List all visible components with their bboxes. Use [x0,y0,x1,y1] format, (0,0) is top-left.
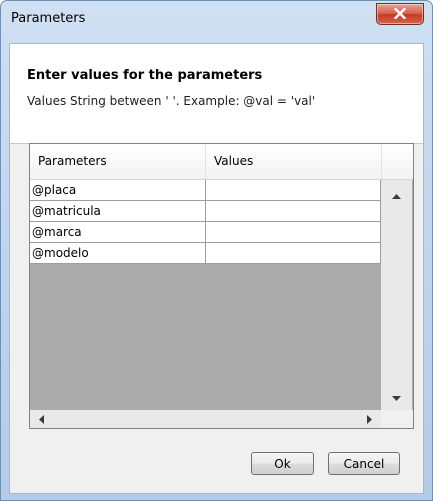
horizontal-scrollbar[interactable] [30,410,381,428]
dialog-window: Parameters Enter values for the paramete… [0,0,433,501]
parameter-name-cell[interactable]: @placa [30,180,206,201]
scroll-right-icon[interactable] [367,415,372,424]
instructions-hint: Values String between ' '. Example: @val… [27,94,316,108]
scroll-up-icon[interactable] [392,194,401,199]
scroll-down-icon[interactable] [392,396,401,401]
cancel-button[interactable]: Cancel [328,452,400,475]
vertical-scrollbar[interactable] [381,180,412,410]
parameter-value-cell[interactable] [206,201,381,222]
close-icon [394,8,406,19]
dialog-client-area: Enter values for the parameters Values S… [9,43,424,494]
scrollbar-corner [381,410,413,428]
ok-button[interactable]: Ok [251,452,314,475]
title-bar[interactable]: Parameters [1,1,432,43]
parameter-name-cell[interactable]: @matricula [30,201,206,222]
instructions-heading: Enter values for the parameters [27,68,263,83]
parameter-value-cell[interactable] [206,222,381,243]
parameter-name-cell[interactable]: @modelo [30,243,206,264]
scroll-left-icon[interactable] [39,415,44,424]
column-header-parameters[interactable]: Parameters [30,144,206,179]
close-button[interactable] [376,3,424,25]
grid-header: Parameters Values [30,144,413,180]
parameter-value-cell[interactable] [206,243,381,264]
parameter-name-cell[interactable]: @marca [30,222,206,243]
instructions-panel: Enter values for the parameters Values S… [10,44,423,144]
parameters-grid[interactable]: Parameters Values @placa @matricula @mar… [29,143,414,429]
parameter-value-cell[interactable] [206,180,381,201]
window-title: Parameters [11,11,86,26]
column-header-values[interactable]: Values [206,144,382,179]
